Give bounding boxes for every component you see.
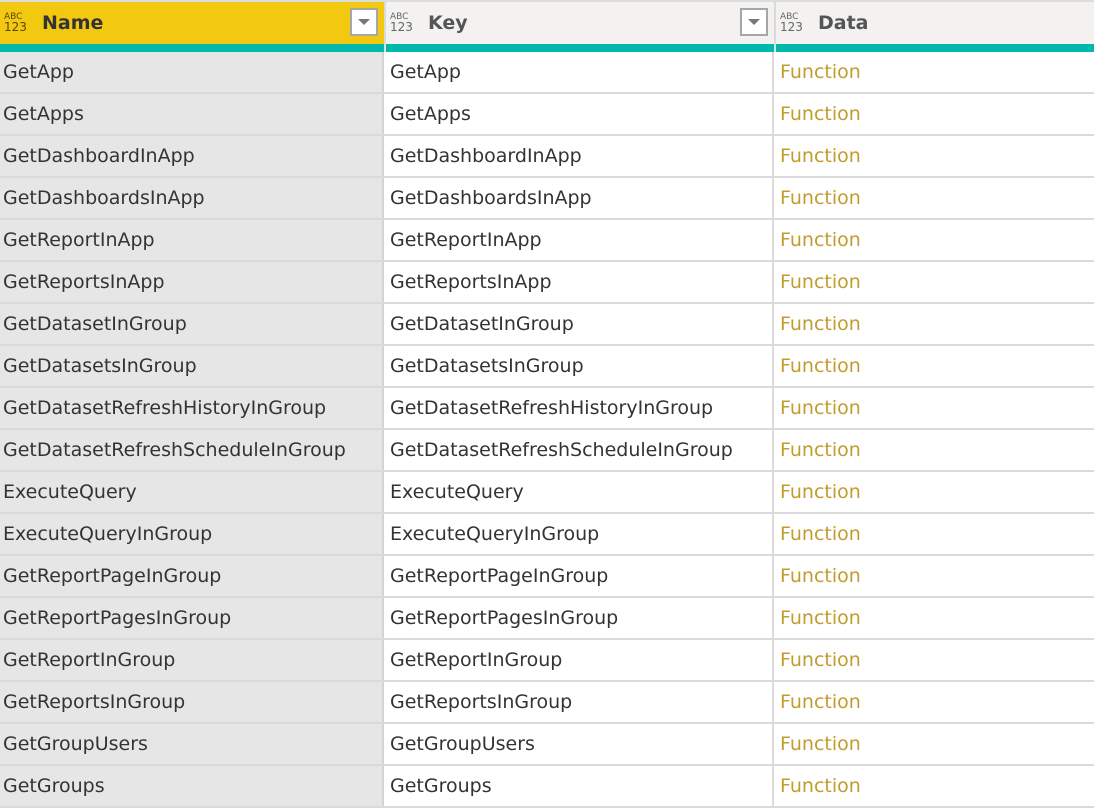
name-cell[interactable]: GetReportPagesInGroup bbox=[0, 598, 384, 638]
data-cell-function-link[interactable]: Function bbox=[774, 94, 1094, 134]
name-cell[interactable]: GetReportInApp bbox=[0, 220, 384, 260]
table-row[interactable]: GetDatasetInGroup GetDatasetInGroup Functi… bbox=[0, 304, 1094, 346]
key-cell[interactable]: GetApps bbox=[384, 94, 774, 134]
table-row[interactable]: GetReportsInGroup GetReportsInGroup Functi… bbox=[0, 682, 1094, 724]
data-cell-function-link[interactable]: Function bbox=[774, 430, 1094, 470]
table-row[interactable]: GetGroups GetGroups Function bbox=[0, 766, 1094, 808]
column-header-name[interactable]: ABC 123 Name bbox=[0, 2, 386, 44]
column-header-key[interactable]: ABC 123 Key bbox=[386, 2, 776, 44]
name-cell[interactable]: ExecuteQuery bbox=[0, 472, 384, 512]
table-row[interactable]: GetApps GetApps Function bbox=[0, 94, 1094, 136]
table-row[interactable]: GetDashboardInApp GetDashboardInApp Functi… bbox=[0, 136, 1094, 178]
data-cell-function-link[interactable]: Function bbox=[774, 304, 1094, 344]
table-row[interactable]: GetReportInGroup GetReportInGroup Function bbox=[0, 640, 1094, 682]
data-cell-function-link[interactable]: Function bbox=[774, 220, 1094, 260]
chevron-down-icon bbox=[748, 19, 760, 25]
column-quality-bar bbox=[0, 44, 1094, 52]
data-cell-function-link[interactable]: Function bbox=[774, 640, 1094, 680]
table-row[interactable]: GetDatasetsInGroup GetDatasetsInGroup Func… bbox=[0, 346, 1094, 388]
filter-dropdown-button[interactable] bbox=[740, 8, 768, 36]
data-cell-function-link[interactable]: Function bbox=[774, 556, 1094, 596]
data-cell-function-link[interactable]: Function bbox=[774, 178, 1094, 218]
name-cell[interactable]: GetGroups bbox=[0, 766, 384, 806]
data-cell-function-link[interactable]: Function bbox=[774, 598, 1094, 638]
data-cell-function-link[interactable]: Function bbox=[774, 136, 1094, 176]
filter-dropdown-button[interactable] bbox=[350, 8, 378, 36]
data-cell-function-link[interactable]: Function bbox=[774, 724, 1094, 764]
data-cell-function-link[interactable]: Function bbox=[774, 52, 1094, 92]
table-row[interactable]: ExecuteQuery ExecuteQuery Function bbox=[0, 472, 1094, 514]
name-cell[interactable]: GetDatasetInGroup bbox=[0, 304, 384, 344]
data-cell-function-link[interactable]: Function bbox=[774, 514, 1094, 554]
key-cell[interactable]: GetReportsInGroup bbox=[384, 682, 774, 722]
name-cell[interactable]: GetReportPageInGroup bbox=[0, 556, 384, 596]
key-cell[interactable]: GetDatasetsInGroup bbox=[384, 346, 774, 386]
table-row[interactable]: GetApp GetApp Function bbox=[0, 52, 1094, 94]
any-type-icon[interactable]: ABC 123 bbox=[780, 13, 808, 34]
column-header-label: Name bbox=[42, 12, 104, 34]
any-type-icon[interactable]: ABC 123 bbox=[4, 13, 32, 34]
name-cell[interactable]: GetReportsInApp bbox=[0, 262, 384, 302]
name-cell[interactable]: GetApps bbox=[0, 94, 384, 134]
name-cell[interactable]: GetGroupUsers bbox=[0, 724, 384, 764]
key-cell[interactable]: GetReportInApp bbox=[384, 220, 774, 260]
name-cell[interactable]: GetDatasetRefreshScheduleInGroup bbox=[0, 430, 384, 470]
column-header-row: ABC 123 Name ABC 123 Key ABC 123 Data bbox=[0, 0, 1094, 44]
table-row[interactable]: GetReportPagesInGroup GetReportPagesInGro… bbox=[0, 598, 1094, 640]
name-cell[interactable]: GetDatasetsInGroup bbox=[0, 346, 384, 386]
key-cell[interactable]: ExecuteQueryInGroup bbox=[384, 514, 774, 554]
name-cell[interactable]: GetReportsInGroup bbox=[0, 682, 384, 722]
name-cell[interactable]: GetReportInGroup bbox=[0, 640, 384, 680]
chevron-down-icon bbox=[358, 19, 370, 25]
key-cell[interactable]: ExecuteQuery bbox=[384, 472, 774, 512]
data-cell-function-link[interactable]: Function bbox=[774, 262, 1094, 302]
key-cell[interactable]: GetDatasetInGroup bbox=[384, 304, 774, 344]
name-cell[interactable]: ExecuteQueryInGroup bbox=[0, 514, 384, 554]
key-cell[interactable]: GetGroups bbox=[384, 766, 774, 806]
key-cell[interactable]: GetDashboardInApp bbox=[384, 136, 774, 176]
key-cell[interactable]: GetReportPagesInGroup bbox=[384, 598, 774, 638]
column-header-label: Key bbox=[428, 12, 468, 34]
key-cell[interactable]: GetGroupUsers bbox=[384, 724, 774, 764]
key-cell[interactable]: GetApp bbox=[384, 52, 774, 92]
key-cell[interactable]: GetDashboardsInApp bbox=[384, 178, 774, 218]
data-cell-function-link[interactable]: Function bbox=[774, 388, 1094, 428]
table-row[interactable]: GetGroupUsers GetGroupUsers Function bbox=[0, 724, 1094, 766]
table-row[interactable]: GetDatasetRefreshScheduleInGroup GetDatas… bbox=[0, 430, 1094, 472]
data-cell-function-link[interactable]: Function bbox=[774, 472, 1094, 512]
table-row[interactable]: GetDatasetRefreshHistoryInGroup GetDatase… bbox=[0, 388, 1094, 430]
any-type-icon[interactable]: ABC 123 bbox=[390, 13, 418, 34]
name-cell[interactable]: GetDatasetRefreshHistoryInGroup bbox=[0, 388, 384, 428]
data-cell-function-link[interactable]: Function bbox=[774, 682, 1094, 722]
table-body: GetApp GetApp Function GetApps GetApps Functi… bbox=[0, 52, 1094, 808]
table-row[interactable]: GetReportInApp GetReportInApp Function bbox=[0, 220, 1094, 262]
name-cell[interactable]: GetApp bbox=[0, 52, 384, 92]
table-row[interactable]: GetReportPageInGroup GetReportPageInGroup… bbox=[0, 556, 1094, 598]
data-cell-function-link[interactable]: Function bbox=[774, 346, 1094, 386]
key-cell[interactable]: GetReportInGroup bbox=[384, 640, 774, 680]
table-row[interactable]: GetDashboardsInApp GetDashboardsInApp Func… bbox=[0, 178, 1094, 220]
table-row[interactable]: GetReportsInApp GetReportsInApp Function bbox=[0, 262, 1094, 304]
key-cell[interactable]: GetReportsInApp bbox=[384, 262, 774, 302]
key-cell[interactable]: GetDatasetRefreshScheduleInGroup bbox=[384, 430, 774, 470]
data-cell-function-link[interactable]: Function bbox=[774, 766, 1094, 806]
key-cell[interactable]: GetDatasetRefreshHistoryInGroup bbox=[384, 388, 774, 428]
column-header-label: Data bbox=[818, 12, 869, 34]
name-cell[interactable]: GetDashboardInApp bbox=[0, 136, 384, 176]
table-row[interactable]: ExecuteQueryInGroup ExecuteQueryInGroup Fu… bbox=[0, 514, 1094, 556]
name-cell[interactable]: GetDashboardsInApp bbox=[0, 178, 384, 218]
column-header-data[interactable]: ABC 123 Data bbox=[776, 2, 1094, 44]
key-cell[interactable]: GetReportPageInGroup bbox=[384, 556, 774, 596]
data-grid: ABC 123 Name ABC 123 Key ABC 123 Data Ge… bbox=[0, 0, 1094, 808]
